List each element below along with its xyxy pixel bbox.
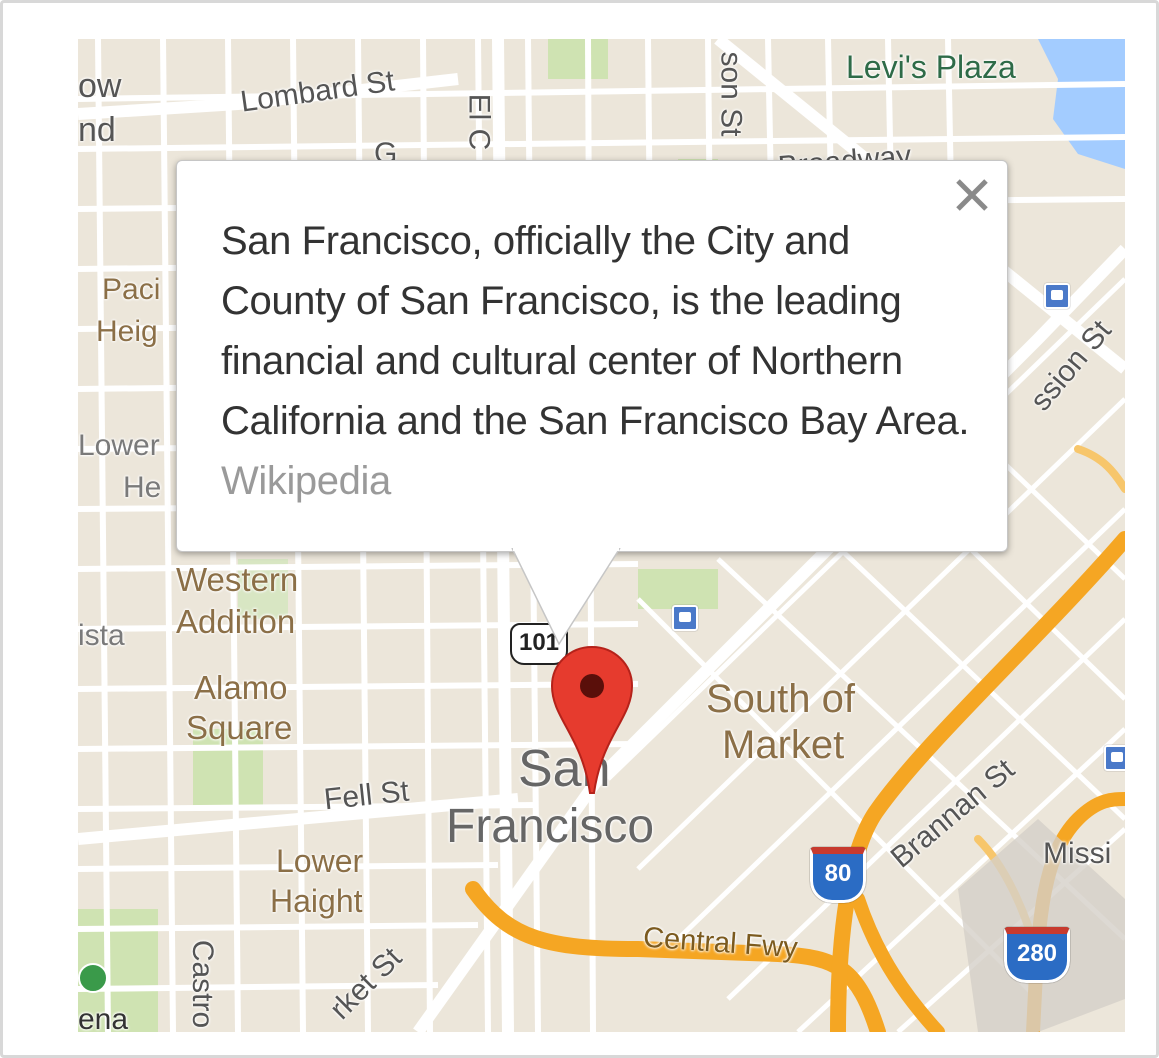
transit-station-icon[interactable]	[1104, 745, 1125, 771]
info-window-tail	[511, 548, 621, 646]
city-label-francisco: Francisco	[446, 800, 655, 853]
wikipedia-link[interactable]: Wikipedia	[221, 459, 391, 503]
label-ow: ow	[78, 67, 122, 105]
street-label-son-st: son St	[714, 51, 748, 137]
district-label-vista: ista	[78, 619, 125, 652]
map-view[interactable]: Lombard St Levi's Plaza Broadway El C so…	[78, 39, 1125, 1032]
park-icon[interactable]	[78, 963, 108, 993]
street-label-castro: Castro	[186, 939, 220, 1029]
street-label-missi: Missi	[1043, 837, 1112, 870]
district-label-alamo-square-2: Square	[186, 709, 293, 746]
label-ena: ena	[78, 1003, 129, 1033]
transit-station-icon[interactable]	[1044, 283, 1070, 309]
district-label-western-addition-2: Addition	[176, 603, 296, 640]
map-card: Lombard St Levi's Plaza Broadway El C so…	[0, 0, 1159, 1058]
district-label-western-addition-1: Western	[176, 561, 299, 598]
info-window: San Francisco, officially the City and C…	[176, 160, 1008, 552]
district-label-alamo-square-1: Alamo	[194, 669, 288, 706]
place-description: San Francisco, officially the City and C…	[221, 219, 970, 443]
interstate-80-shield: 80	[810, 847, 866, 903]
district-label-south-of-market-2: Market	[722, 723, 845, 767]
district-label-pacific-heights-2: Heig	[96, 315, 158, 348]
district-label-lower-haight-1: Lower	[276, 843, 364, 879]
transit-station-icon[interactable]	[672, 605, 698, 631]
map-pin-icon[interactable]	[548, 643, 636, 799]
interstate-280-shield: 280	[1004, 927, 1070, 983]
poi-label-levis-plaza: Levi's Plaza	[846, 49, 1016, 85]
street-label-el-camino: El C	[462, 93, 496, 151]
district-label-pacific-heights-1: Paci	[102, 273, 161, 306]
label-nd: nd	[78, 111, 116, 149]
district-label-south-of-market-1: South of	[706, 677, 856, 721]
info-window-content: San Francisco, officially the City and C…	[221, 211, 981, 511]
district-label-lower-heights-2: He	[123, 471, 162, 504]
district-label-lower-heights-1: Lower	[78, 429, 160, 462]
close-icon[interactable]	[952, 175, 992, 215]
district-label-lower-haight-2: Haight	[270, 883, 363, 919]
